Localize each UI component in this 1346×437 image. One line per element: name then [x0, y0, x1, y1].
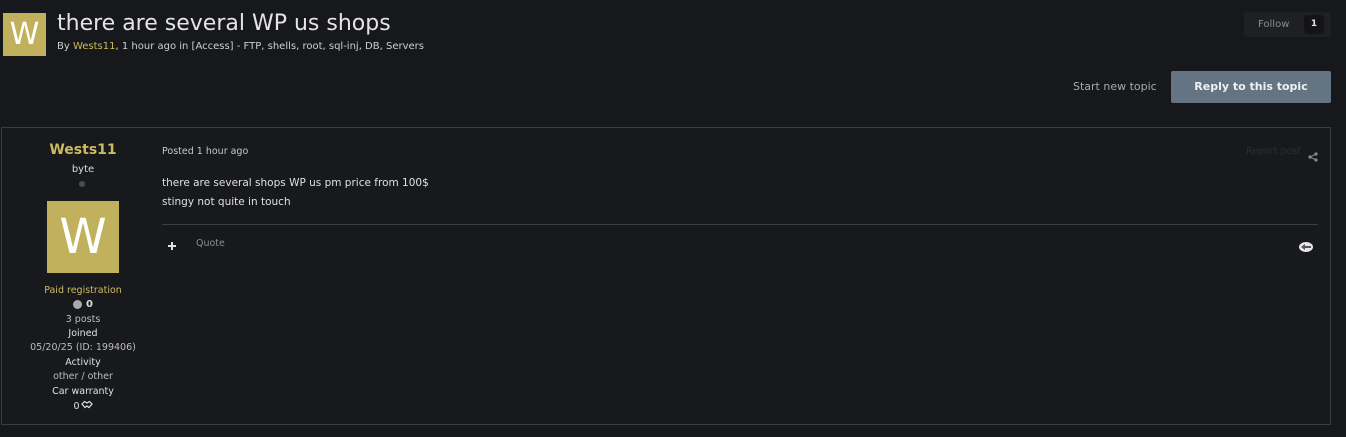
- reputation-icon: [73, 300, 83, 309]
- reaction-icon[interactable]: [1298, 238, 1314, 257]
- online-status-indicator: [79, 181, 85, 187]
- follow-label: Follow: [1258, 19, 1290, 30]
- post-content: there are several shops WP us pm price f…: [162, 174, 429, 212]
- reputation-value: 0: [86, 299, 93, 310]
- follow-count-badge: 1: [1304, 15, 1324, 34]
- topic-author-link[interactable]: Wests11: [73, 41, 116, 52]
- reply-to-topic-button[interactable]: Reply to this topic: [1171, 71, 1331, 103]
- topic-author-avatar[interactable]: W: [3, 13, 46, 56]
- activity-label: Activity: [65, 357, 101, 368]
- post-author-post-count[interactable]: 3 posts: [2, 314, 164, 325]
- reputation: 0: [2, 299, 164, 310]
- share-icon[interactable]: [1308, 147, 1318, 166]
- post-author-name[interactable]: Wests11: [2, 142, 164, 158]
- post-date[interactable]: Posted 1 hour ago: [162, 146, 248, 157]
- post-content-line: stingy not quite in touch: [162, 196, 291, 208]
- topic-title: there are several WP us shops: [57, 11, 391, 36]
- follow-button[interactable]: Follow 1: [1244, 12, 1331, 37]
- activity-value: other / other: [53, 371, 113, 382]
- topic-meta: By Wests11, 1 hour ago in [Access] - FTP…: [57, 41, 424, 52]
- quote-button[interactable]: Quote: [196, 238, 225, 249]
- post: Wests11 byte W Paid registration 0 3 pos…: [1, 127, 1331, 425]
- topic-meta-by: By: [57, 41, 73, 52]
- post-author-rank: byte: [71, 164, 95, 175]
- report-post-link[interactable]: Report post: [1246, 146, 1301, 157]
- car-warranty-label: Car warranty: [52, 386, 114, 397]
- start-new-topic-link[interactable]: Start new topic: [1073, 80, 1157, 93]
- post-content-line: there are several shops WP us pm price f…: [162, 177, 429, 189]
- handshake-icon: [80, 400, 93, 412]
- joined-value: 05/20/25 (ID: 199406): [30, 342, 136, 353]
- car-warranty-count: 0: [73, 400, 80, 412]
- joined-label: Joined: [68, 328, 98, 339]
- car-warranty-value: 0: [2, 400, 164, 412]
- topic-meta-details: , 1 hour ago in [Access] - FTP, shells, …: [115, 41, 424, 52]
- post-author-group: Paid registration: [44, 285, 122, 296]
- post-divider: [162, 224, 1318, 225]
- post-author-avatar[interactable]: W: [47, 201, 119, 273]
- plus-icon[interactable]: [167, 236, 177, 250]
